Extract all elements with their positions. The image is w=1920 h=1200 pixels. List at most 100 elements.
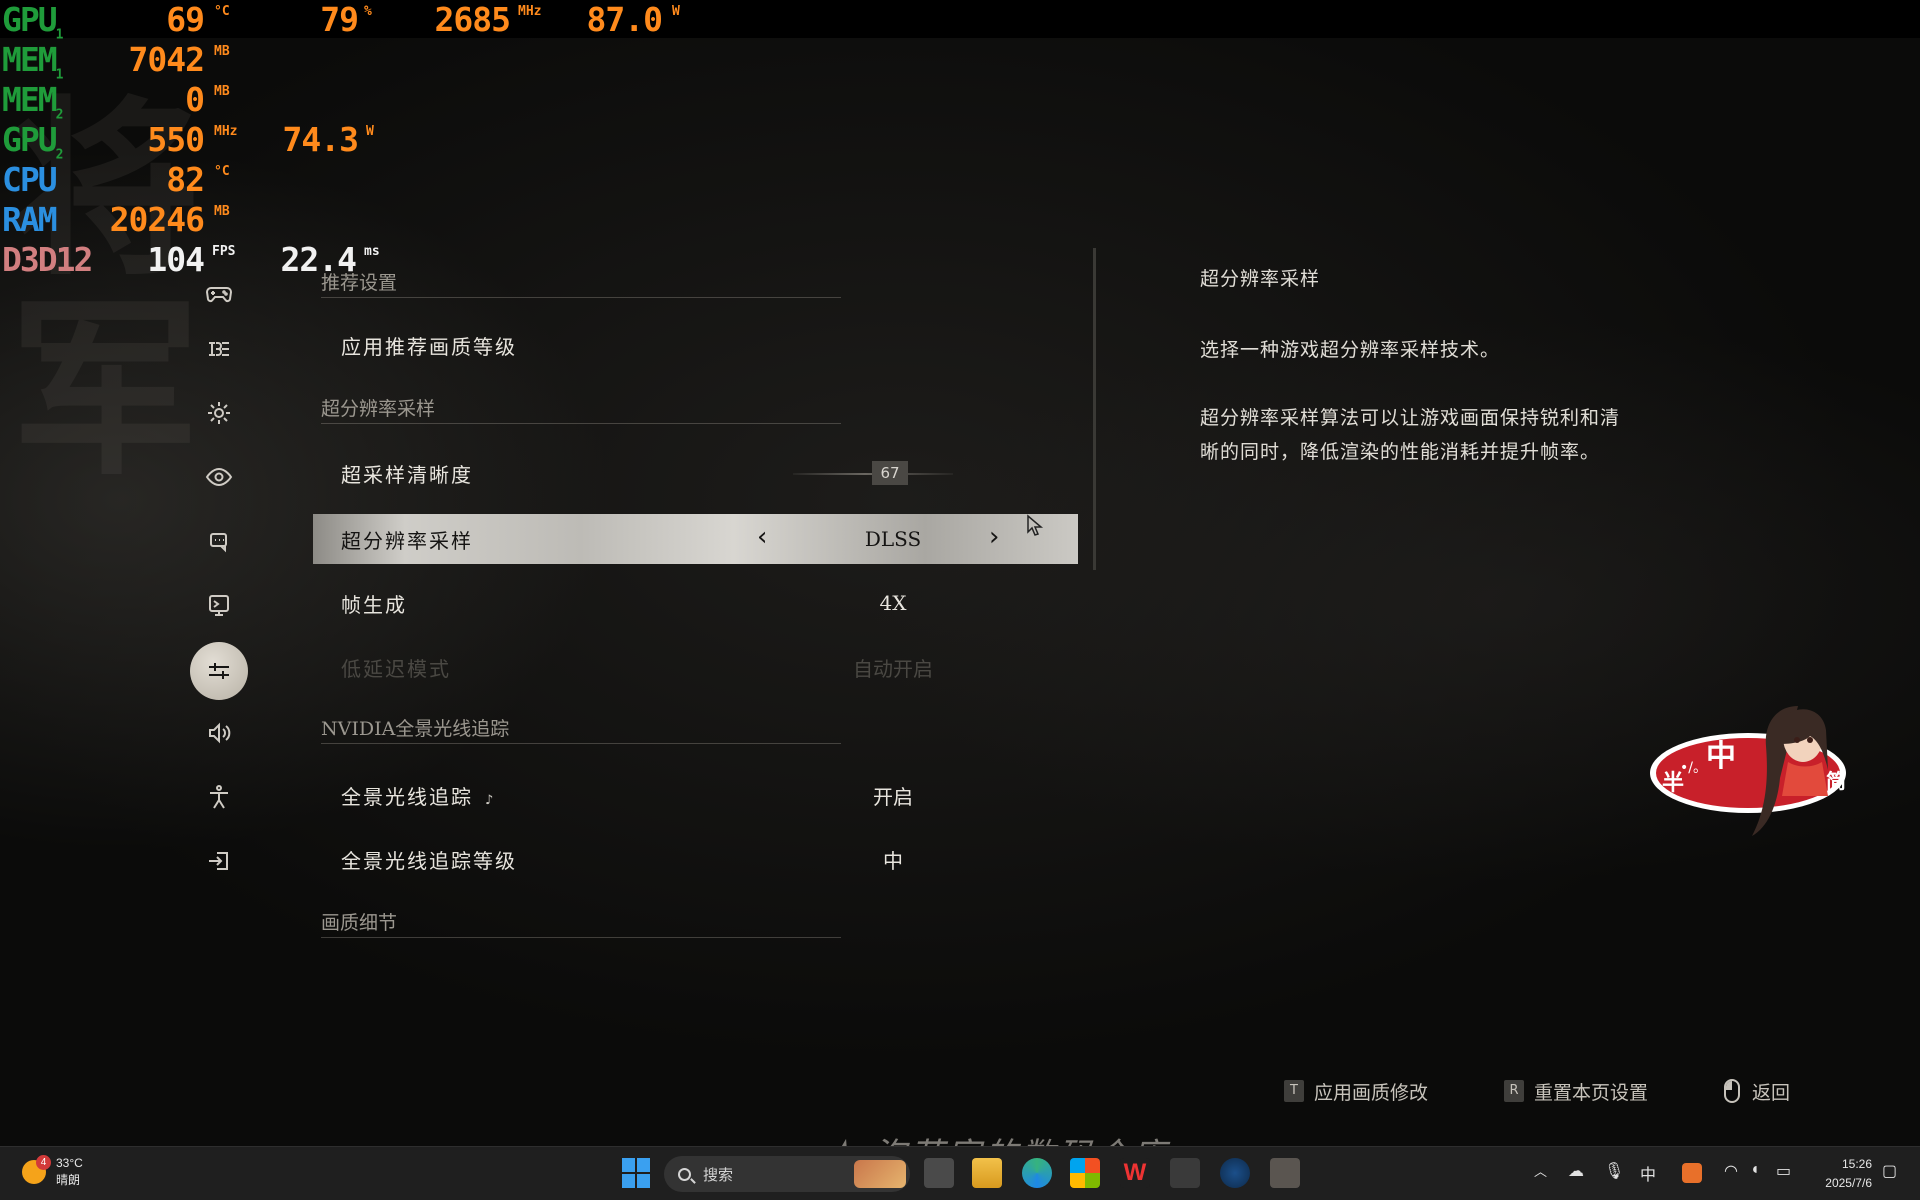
microphone-icon[interactable]: 🎙	[1604, 1161, 1624, 1181]
eye-icon[interactable]	[190, 448, 248, 506]
accessibility-icon[interactable]	[190, 768, 248, 826]
edge-browser-icon[interactable]	[1022, 1158, 1052, 1188]
chevron-right-icon[interactable]: ›	[989, 522, 999, 552]
osd-row-gpu1: GPU1 69 °C 79 % 2685 MHz 87.0 W	[2, 0, 680, 43]
search-icon	[678, 1167, 691, 1181]
setting-value: 4X	[879, 591, 907, 615]
key-t-icon: T	[1284, 1080, 1304, 1102]
reset-page-hint[interactable]: R 重置本页设置	[1504, 1076, 1648, 1106]
osd-cpu-temp: 82	[166, 160, 205, 199]
windows-taskbar: 4 33°C 晴朗 搜索 W ︿ ☁ 🎙 中 ◠ ◖ ▭ 15:26 2025/…	[0, 1146, 1920, 1200]
setting-value: 自动开启	[853, 656, 933, 681]
osd-mem1-value: 7042	[128, 40, 205, 79]
osd-gpu1-load: 79	[320, 0, 359, 39]
store-icon[interactable]	[1070, 1158, 1100, 1188]
language-mode-sticker: 半 •/。 中 简	[1650, 706, 1846, 836]
sticker-center-char: 中	[1706, 739, 1736, 774]
osd-row-mem1: MEM1 7042 MB	[2, 40, 230, 83]
audio-icon[interactable]	[190, 704, 248, 762]
apply-quality-hint[interactable]: T 应用画质修改	[1284, 1076, 1428, 1106]
osd-gpu2-clock: 550	[147, 120, 205, 159]
clock-time: 15:26	[1841, 1157, 1872, 1171]
wifi-icon[interactable]: ◠	[1724, 1161, 1738, 1181]
description-text-2: 超分辨率采样算法可以让游戏画面保持锐利和清 晰的同时，降低渲染的性能消耗并提升帧…	[1200, 407, 1621, 463]
setting-low-latency: 低延迟模式 自动开启	[313, 642, 1078, 692]
sticker-mark: •/。	[1680, 760, 1707, 776]
setting-value: DLSS	[864, 527, 922, 551]
system-clock[interactable]: 15:26 2025/7/6	[1812, 1155, 1872, 1193]
windows-start-icon[interactable]	[622, 1158, 652, 1188]
setting-value: 开启	[873, 784, 913, 809]
notification-badge: 4	[36, 1155, 51, 1170]
section-details: 画质细节	[321, 908, 841, 938]
osd-row-mem2: MEM2 0 MB	[2, 80, 230, 123]
battery-icon[interactable]: ▭	[1776, 1161, 1791, 1181]
setting-label: 帧生成	[341, 592, 407, 617]
weather-condition: 晴朗	[56, 1173, 81, 1187]
settings-list: 推荐设置 应用推荐画质等级 超分辨率采样 超采样清晰度 67 超分辨率采样 ‹ …	[313, 258, 1083, 948]
taskbar-search[interactable]: 搜索	[664, 1156, 910, 1192]
graphics-sliders-icon[interactable]	[190, 642, 248, 700]
cloud-sync-icon[interactable]: ☁	[1568, 1161, 1584, 1181]
task-view-icon[interactable]	[924, 1158, 954, 1188]
steam-icon[interactable]	[1220, 1158, 1250, 1188]
osd-gpu1-temp: 69	[166, 0, 205, 39]
display-icon[interactable]	[190, 576, 248, 634]
exit-icon[interactable]	[190, 832, 248, 890]
description-title: 超分辨率采样	[1200, 268, 1321, 290]
sticker-right-char: 简	[1826, 769, 1846, 793]
description-panel: 超分辨率采样 选择一种游戏超分辨率采样技术。 超分辨率采样算法可以让游戏画面保持…	[1200, 264, 1720, 469]
chevron-left-icon[interactable]: ‹	[757, 522, 767, 552]
osd-row-gpu2: GPU2 550 MHz 74.3 W	[2, 120, 374, 163]
description-text-1: 选择一种游戏超分辨率采样技术。	[1200, 339, 1501, 361]
sogou-ime-icon[interactable]	[1682, 1163, 1702, 1183]
gamepad-icon[interactable]	[190, 264, 248, 322]
key-r-icon: R	[1504, 1080, 1524, 1102]
osd-gpu1-label: GPU	[2, 0, 58, 39]
gear-icon[interactable]	[190, 384, 248, 442]
back-label: 返回	[1752, 1081, 1791, 1104]
osd-row-cpu: CPU 82 °C	[2, 160, 230, 199]
setting-raytracing-level[interactable]: 全景光线追踪等级 中	[313, 834, 1078, 884]
setting-label: 全景光线追踪等级	[341, 848, 517, 873]
wps-office-icon[interactable]: W	[1120, 1158, 1150, 1188]
file-explorer-icon[interactable]	[972, 1158, 1002, 1188]
ime-indicator[interactable]: 中	[1640, 1161, 1656, 1185]
setting-upscaler[interactable]: 超分辨率采样 ‹ DLSS ›	[313, 514, 1078, 564]
back-hint[interactable]: 返回	[1724, 1076, 1790, 1106]
performance-osd: GPU1 69 °C 79 % 2685 MHz 87.0 W MEM1 704…	[0, 0, 1920, 290]
osd-gpu1-clock: 2685	[434, 0, 511, 39]
reset-page-label: 重置本页设置	[1534, 1081, 1649, 1104]
section-recommended: 推荐设置	[321, 268, 841, 298]
weather-temp: 33°C	[56, 1156, 83, 1170]
search-highlight-icon	[854, 1160, 906, 1188]
section-raytracing: NVIDIA全景光线追踪	[321, 714, 841, 744]
osd-gpu1-power: 87.0	[586, 0, 663, 39]
black-myth-game-icon[interactable]	[1270, 1158, 1300, 1188]
mouse-right-click-icon	[1724, 1079, 1740, 1103]
notification-bell-icon[interactable]: ▢	[1882, 1161, 1897, 1181]
osd-ram-value: 20246	[109, 200, 205, 239]
chat-icon[interactable]	[190, 512, 248, 570]
setting-apply-recommended[interactable]: 应用推荐画质等级	[313, 320, 1078, 370]
osd-row-ram: RAM 20246 MB	[2, 200, 230, 239]
setting-sharpness[interactable]: 超采样清晰度 67	[313, 448, 1078, 498]
controls-icon[interactable]	[190, 320, 248, 378]
volume-icon[interactable]: ◖	[1750, 1161, 1760, 1179]
setting-raytracing[interactable]: 全景光线追踪 ♪ 开启	[313, 770, 1078, 820]
setting-label: 低延迟模式	[341, 656, 451, 681]
sharpness-slider-value[interactable]: 67	[872, 461, 908, 485]
section-supersampling: 超分辨率采样	[321, 394, 841, 424]
osd-mem2-value: 0	[185, 80, 205, 119]
setting-frame-generation[interactable]: 帧生成 4X	[313, 578, 1078, 628]
chevron-up-icon[interactable]: ︿	[1534, 1161, 1547, 1180]
game-app-icon[interactable]	[1170, 1158, 1200, 1188]
weather-widget[interactable]: 4 33°C 晴朗	[22, 1155, 83, 1189]
settings-scrollbar[interactable]	[1093, 248, 1096, 570]
osd-fps: 104	[147, 240, 205, 279]
setting-label: 超采样清晰度	[341, 462, 473, 487]
setting-label: 超分辨率采样	[341, 528, 473, 553]
search-placeholder: 搜索	[703, 1166, 734, 1184]
osd-gpu2-power: 74.3	[282, 120, 359, 159]
mouse-cursor-icon	[1027, 514, 1044, 536]
